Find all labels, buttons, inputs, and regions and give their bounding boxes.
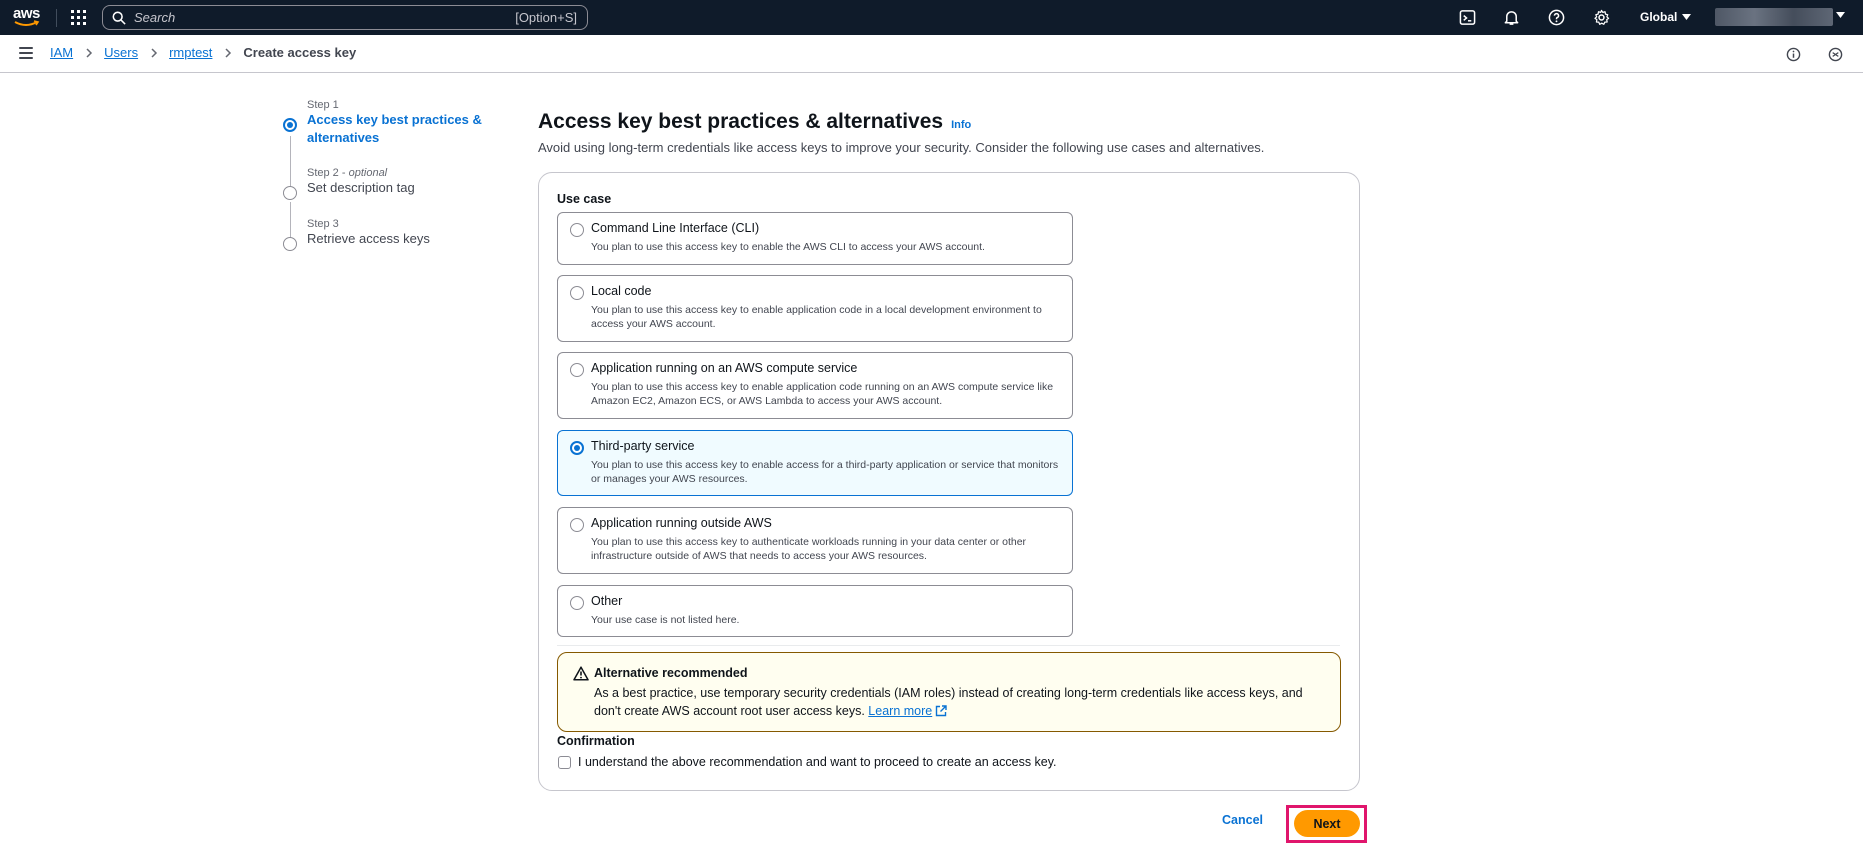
page-subtitle: Avoid using long-term credentials like a… — [538, 140, 1265, 155]
option-description: You plan to use this access key to authe… — [591, 536, 1027, 562]
option-description: Your use case is not listed here. — [591, 614, 740, 626]
confirmation-label: Confirmation — [557, 734, 635, 748]
bell-icon[interactable] — [1503, 9, 1520, 26]
alert-title: Alternative recommended — [594, 666, 748, 680]
nav-divider — [56, 9, 57, 27]
step-3-title: Retrieve access keys — [307, 231, 430, 246]
radio-button[interactable] — [570, 363, 584, 377]
region-label: Global — [1640, 10, 1678, 24]
step-1-title[interactable]: Access key best practices & alternatives — [307, 111, 521, 147]
breadcrumb-iam[interactable]: IAM — [50, 45, 73, 60]
help-icon[interactable] — [1548, 9, 1565, 26]
caret-down-icon — [1836, 12, 1845, 18]
search-icon — [112, 11, 126, 25]
aws-logo-text: aws — [13, 5, 40, 22]
services-grid-icon[interactable] — [71, 10, 86, 25]
step-2-optional: optional — [348, 167, 388, 179]
page-header: Access key best practices & alternatives… — [538, 110, 971, 134]
use-case-option-outside-aws[interactable]: Application running outside AWS You plan… — [557, 507, 1073, 574]
use-case-option-aws-compute[interactable]: Application running on an AWS compute se… — [557, 352, 1073, 419]
step-indicator — [283, 237, 297, 251]
option-title: Other — [591, 594, 623, 608]
option-title: Local code — [591, 284, 652, 298]
step-active-indicator — [283, 118, 297, 132]
radio-button[interactable] — [570, 518, 584, 532]
option-description: You plan to use this access key to enabl… — [591, 304, 1042, 330]
cloudshell-icon[interactable] — [1459, 9, 1476, 26]
option-description: You plan to use this access key to enabl… — [591, 381, 1054, 407]
use-case-option-other[interactable]: Other Your use case is not listed here. — [557, 585, 1073, 637]
warning-icon — [573, 666, 589, 681]
alert-body: As a best practice, use temporary securi… — [594, 684, 1314, 720]
info-link[interactable]: Info — [951, 119, 971, 131]
step-3-number: Step 3 — [307, 218, 339, 230]
option-description: You plan to use this access key to enabl… — [591, 459, 1059, 485]
step-3: Step 3 Retrieve access keys — [281, 218, 521, 251]
radio-button[interactable] — [570, 596, 584, 610]
option-description: You plan to use this access key to enabl… — [591, 241, 985, 253]
breadcrumb-current: Create access key — [243, 45, 357, 60]
step-2: Step 2 - optional Set description tag — [281, 167, 521, 218]
feedback-icon[interactable] — [1828, 47, 1843, 62]
step-1: Step 1 Access key best practices & alter… — [281, 99, 521, 167]
confirmation-checkbox[interactable] — [558, 756, 571, 769]
menu-icon[interactable] — [19, 47, 33, 59]
step-1-number: Step 1 — [307, 99, 339, 111]
use-case-option-local-code[interactable]: Local code You plan to use this access k… — [557, 275, 1073, 342]
breadcrumb-users[interactable]: Users — [104, 45, 138, 60]
external-link-icon — [936, 705, 947, 717]
page-title: Access key best practices & alternatives — [538, 110, 944, 133]
settings-icon[interactable] — [1593, 9, 1610, 26]
confirmation-text[interactable]: I understand the above recommendation an… — [578, 755, 1057, 769]
step-2-number: Step 2 - optional — [307, 167, 388, 179]
search-placeholder: Search — [134, 10, 176, 25]
region-selector[interactable]: Global — [1640, 10, 1692, 24]
step-indicator — [283, 186, 297, 200]
alternative-recommended-alert: Alternative recommended As a best practi… — [557, 652, 1341, 732]
next-button[interactable]: Next — [1294, 810, 1360, 837]
breadcrumb: IAM Users rmptest Create access key — [50, 45, 356, 60]
info-panel-icon[interactable] — [1786, 47, 1801, 62]
option-title: Third-party service — [591, 439, 695, 453]
caret-down-icon — [1682, 14, 1692, 20]
option-title: Command Line Interface (CLI) — [591, 221, 760, 235]
search-input[interactable]: Search [Option+S] — [102, 5, 588, 30]
chevron-right-icon — [225, 47, 232, 58]
aws-logo[interactable]: aws — [13, 6, 43, 30]
option-title: Application running outside AWS — [591, 516, 772, 530]
breadcrumb-user[interactable]: rmptest — [169, 45, 212, 60]
wizard-steps: Step 1 Access key best practices & alter… — [281, 99, 521, 251]
radio-button[interactable] — [570, 223, 584, 237]
top-navigation: aws Search [Option+S] Global — [0, 0, 1863, 35]
divider — [557, 645, 1340, 646]
use-case-label: Use case — [557, 192, 612, 206]
use-case-option-third-party[interactable]: Third-party service You plan to use this… — [557, 430, 1073, 496]
breadcrumb-bar: IAM Users rmptest Create access key — [0, 35, 1863, 73]
chevron-right-icon — [151, 47, 158, 58]
cancel-button[interactable]: Cancel — [1222, 813, 1263, 827]
alert-text: As a best practice, use temporary securi… — [594, 686, 1303, 718]
radio-button-selected[interactable] — [570, 441, 584, 455]
use-case-option-cli[interactable]: Command Line Interface (CLI) You plan to… — [557, 212, 1073, 265]
account-menu-redacted[interactable] — [1715, 8, 1833, 26]
step-2-title: Set description tag — [307, 180, 415, 195]
radio-button[interactable] — [570, 286, 584, 300]
search-shortcut: [Option+S] — [515, 10, 577, 25]
chevron-right-icon — [86, 47, 93, 58]
learn-more-link[interactable]: Learn more — [868, 704, 932, 718]
option-title: Application running on an AWS compute se… — [591, 361, 858, 375]
